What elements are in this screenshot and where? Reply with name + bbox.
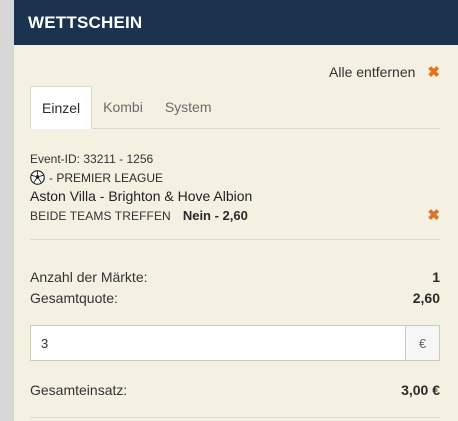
currency-label: € bbox=[405, 326, 439, 360]
stake-field: € bbox=[30, 325, 440, 361]
markets-count-label: Anzahl der Märkte: bbox=[30, 268, 148, 285]
divider bbox=[30, 239, 440, 240]
bet-type-tabs: Einzel Kombi System bbox=[30, 86, 440, 129]
total-stake-value: 3,00 € bbox=[401, 382, 440, 398]
stake-input[interactable] bbox=[31, 326, 405, 360]
total-odds-row: Gesamtquote: 2,60 bbox=[30, 287, 440, 308]
tab-kombi[interactable]: Kombi bbox=[92, 86, 154, 128]
selection-odds: Nein - 2,60 bbox=[182, 208, 248, 223]
bet-slip-panel: WETTSCHEIN Alle entfernen ✖ Einzel Kombi… bbox=[14, 0, 458, 421]
close-icon: ✖ bbox=[427, 63, 440, 81]
match-name: Aston Villa - Brighton & Hove Albion bbox=[30, 188, 253, 204]
markets-count-row: Anzahl der Märkte: 1 bbox=[30, 266, 440, 287]
event-id: Event-ID: 33211 - 1256 bbox=[30, 152, 154, 166]
total-stake-row: Gesamteinsatz: 3,00 € bbox=[30, 382, 440, 398]
total-odds-value: 2,60 bbox=[412, 289, 440, 306]
league-row: - PREMIER LEAGUE bbox=[30, 170, 440, 185]
total-stake-label: Gesamteinsatz: bbox=[30, 382, 128, 398]
total-odds-label: Gesamtquote: bbox=[30, 289, 118, 306]
tab-system[interactable]: System bbox=[154, 86, 223, 128]
remove-selection-icon[interactable]: ✖ bbox=[427, 208, 440, 223]
bet-selection: Event-ID: 33211 - 1256 - PREMIER LEAGUE … bbox=[30, 152, 440, 223]
bet-slip-header: WETTSCHEIN bbox=[14, 0, 458, 45]
market-name: BEIDE TEAMS TREFFEN bbox=[30, 208, 171, 223]
market-row: BEIDE TEAMS TREFFEN Nein - 2,60 ✖ bbox=[30, 208, 440, 223]
markets-count-value: 1 bbox=[432, 268, 440, 285]
bet-slip-title: WETTSCHEIN bbox=[28, 12, 143, 32]
soccer-ball-icon bbox=[30, 170, 45, 185]
divider bbox=[30, 417, 440, 418]
tab-einzel[interactable]: Einzel bbox=[30, 86, 93, 129]
bet-summary: Anzahl der Märkte: 1 Gesamtquote: 2,60 bbox=[30, 266, 440, 308]
league-name: - PREMIER LEAGUE bbox=[49, 170, 164, 185]
remove-all-button[interactable]: Alle entfernen ✖ bbox=[329, 64, 440, 80]
remove-all-label: Alle entfernen bbox=[329, 64, 416, 80]
